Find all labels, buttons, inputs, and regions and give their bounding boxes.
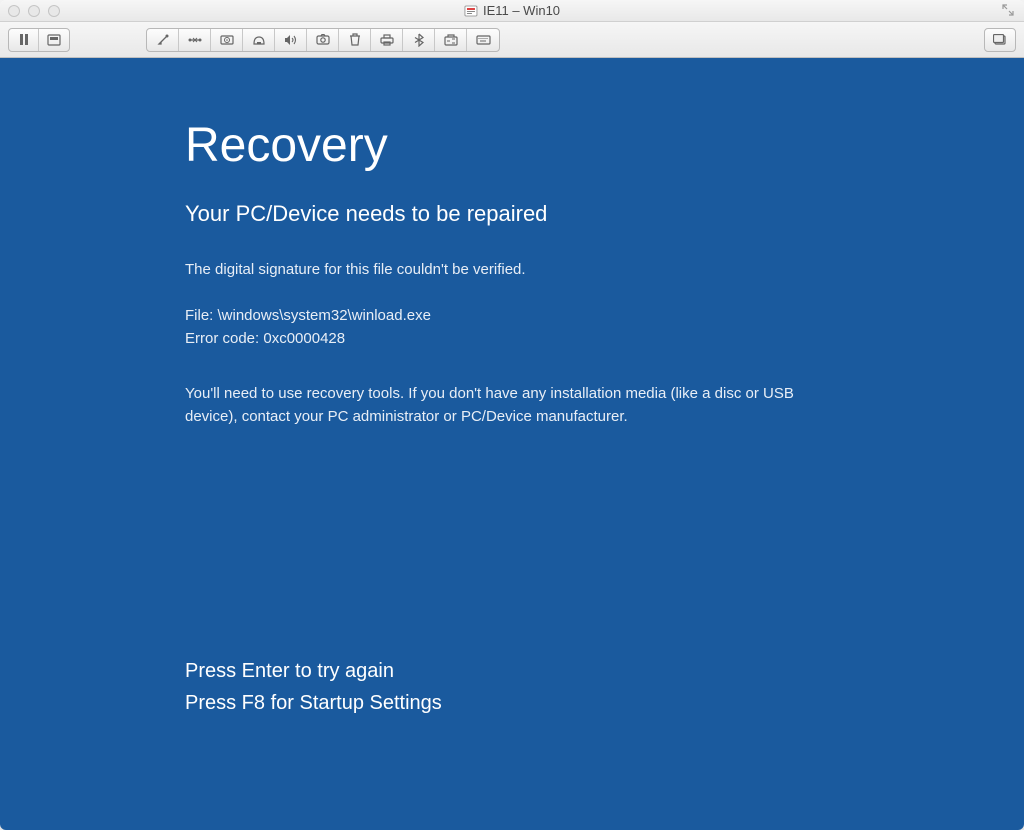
close-button[interactable] (8, 5, 20, 17)
vm-display[interactable]: Recovery Your PC/Device needs to be repa… (0, 58, 1024, 830)
toolbar-group-view (984, 28, 1016, 52)
recovery-subtitle: Your PC/Device needs to be repaired (185, 201, 924, 227)
title-bar: IE11 – Win10 (0, 0, 1024, 22)
recovery-file-path: File: \windows\system32\winload.exe (185, 304, 924, 327)
trash-icon[interactable] (339, 29, 371, 51)
printer-icon[interactable] (371, 29, 403, 51)
recovery-actions: Press Enter to try again Press F8 for St… (185, 656, 442, 720)
recovery-file-info: File: \windows\system32\winload.exe Erro… (185, 304, 924, 351)
recovery-title: Recovery (185, 118, 924, 173)
pause-button[interactable] (9, 29, 39, 51)
toolbar-group-devices (146, 28, 500, 52)
app-icon (464, 4, 478, 18)
settings-icon[interactable] (147, 29, 179, 51)
vm-window: IE11 – Win10 (0, 0, 1024, 830)
keyboard-icon[interactable] (467, 29, 499, 51)
camera-icon[interactable] (307, 29, 339, 51)
bluetooth-icon[interactable] (403, 29, 435, 51)
toolbar (0, 22, 1024, 58)
minimize-button[interactable] (28, 5, 40, 17)
toolbar-group-vm-control (8, 28, 70, 52)
hard-disk-icon[interactable] (211, 29, 243, 51)
window-title: IE11 – Win10 (464, 3, 560, 18)
recovery-instructions: You'll need to use recovery tools. If yo… (185, 382, 825, 429)
snapshot-button[interactable] (39, 29, 69, 51)
recovery-action-enter: Press Enter to try again (185, 656, 442, 686)
recovery-screen: Recovery Your PC/Device needs to be repa… (0, 118, 1024, 429)
recovery-message: The digital signature for this file coul… (185, 259, 924, 282)
maximize-button[interactable] (48, 5, 60, 17)
recovery-action-f8: Press F8 for Startup Settings (185, 688, 442, 718)
recovery-error-code: Error code: 0xc0000428 (185, 327, 924, 350)
view-mode-icon[interactable] (985, 29, 1015, 51)
optical-drive-icon[interactable] (243, 29, 275, 51)
shared-folder-icon[interactable] (435, 29, 467, 51)
network-icon[interactable] (179, 29, 211, 51)
sound-icon[interactable] (275, 29, 307, 51)
fullscreen-icon[interactable] (1002, 4, 1016, 18)
window-title-text: IE11 – Win10 (483, 3, 560, 18)
traffic-lights (8, 5, 60, 17)
